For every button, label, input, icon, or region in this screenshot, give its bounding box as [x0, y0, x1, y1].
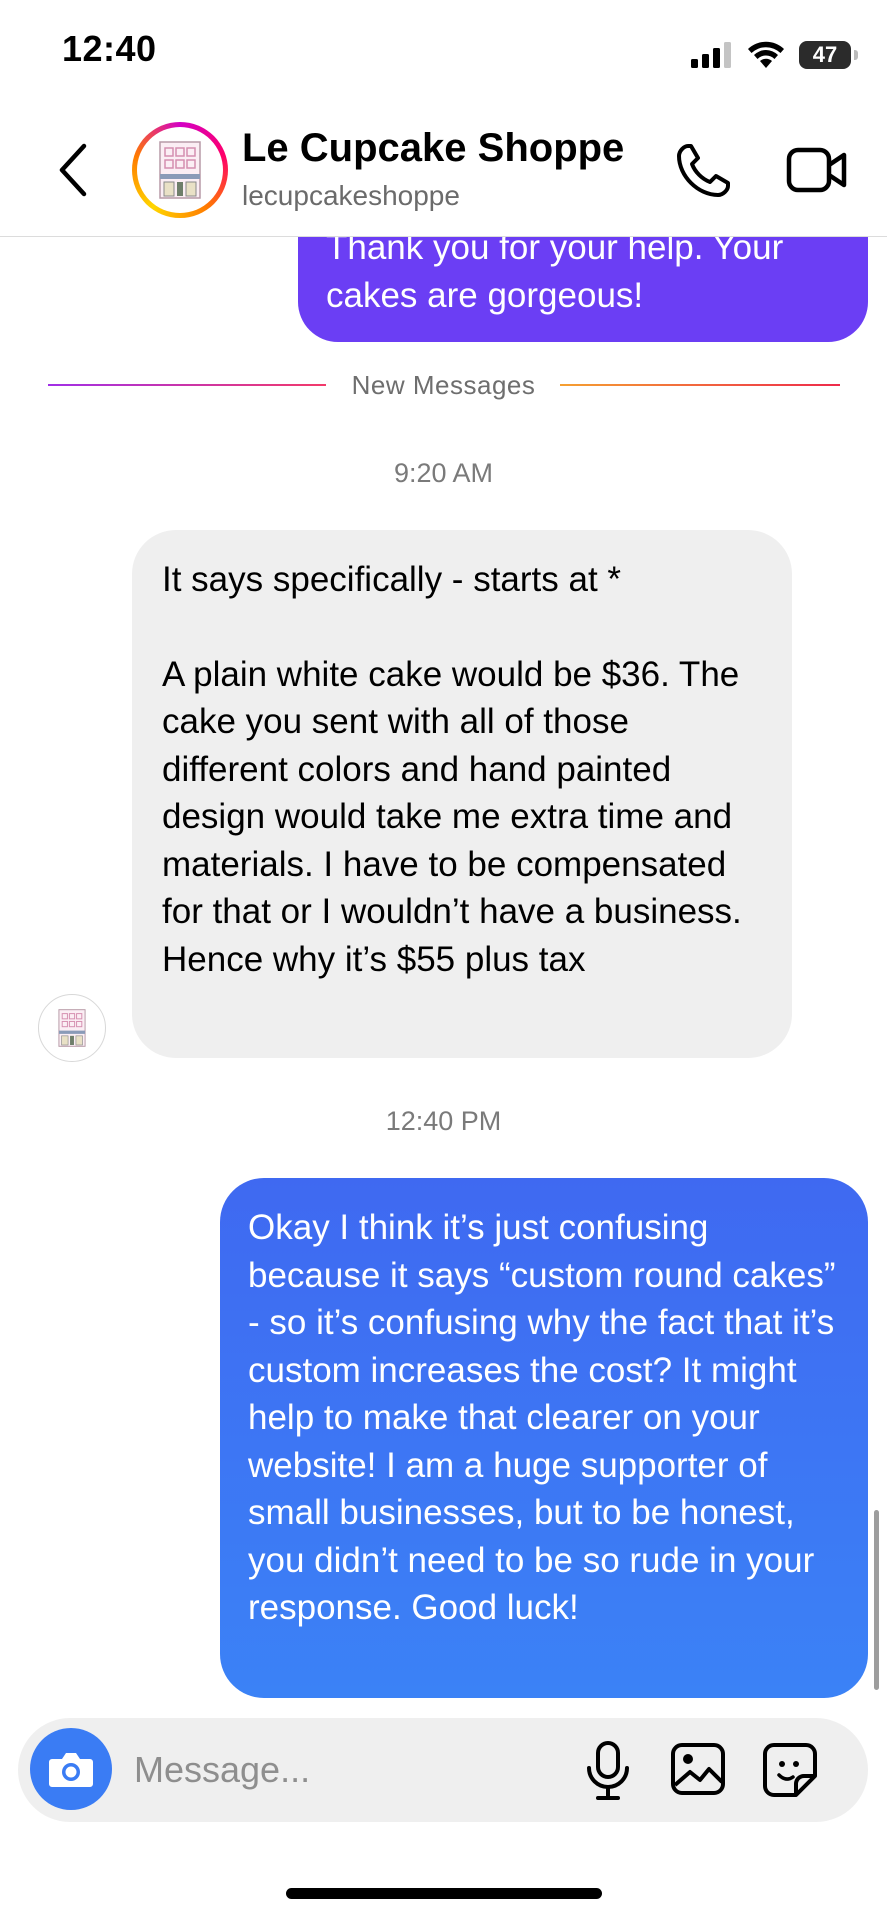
timestamp: 9:20 AM — [393, 458, 494, 488]
status-icons: 47 — [691, 38, 858, 72]
wifi-icon — [748, 41, 784, 68]
back-button[interactable] — [52, 140, 96, 200]
incoming-message-line-1: It says specifically - starts at * — [162, 560, 622, 599]
message-input[interactable] — [132, 1738, 556, 1802]
contact-name[interactable]: Le Cupcake Shoppe — [242, 126, 624, 171]
voice-message-button[interactable] — [584, 1740, 632, 1802]
sender-avatar[interactable] — [38, 994, 106, 1062]
back-chevron-icon — [59, 143, 87, 197]
sticker-icon — [763, 1743, 817, 1797]
video-call-button[interactable] — [786, 144, 848, 196]
status-time: 12:40 — [62, 28, 157, 69]
gallery-icon — [671, 1743, 725, 1795]
video-camera-icon — [786, 147, 847, 193]
scrollbar[interactable] — [874, 1510, 879, 1690]
contact-handle[interactable]: lecupcakeshoppe — [242, 180, 460, 212]
incoming-message[interactable]: It says specifically - starts at * A pla… — [132, 530, 792, 1058]
sticker-button[interactable] — [762, 1742, 818, 1798]
contact-avatar[interactable] — [132, 122, 228, 218]
voice-call-button[interactable] — [674, 142, 732, 200]
timestamp: 12:40 PM — [385, 1106, 502, 1136]
outgoing-message[interactable]: Okay I think it’s just confusing because… — [220, 1178, 868, 1698]
microphone-icon — [587, 1741, 629, 1800]
camera-button[interactable] — [30, 1728, 112, 1810]
phone-icon — [677, 144, 730, 197]
shop-building-icon — [58, 1009, 86, 1047]
new-messages-divider-right — [560, 384, 840, 386]
cellular-signal-icon — [691, 42, 731, 68]
home-indicator[interactable] — [286, 1888, 602, 1899]
camera-icon — [49, 1753, 93, 1787]
gallery-button[interactable] — [670, 1742, 726, 1796]
incoming-message-body: A plain white cake would be $36. The cak… — [162, 654, 742, 979]
shop-building-icon — [159, 141, 201, 199]
battery-icon: 47 — [799, 41, 858, 69]
battery-level: 47 — [812, 42, 838, 67]
